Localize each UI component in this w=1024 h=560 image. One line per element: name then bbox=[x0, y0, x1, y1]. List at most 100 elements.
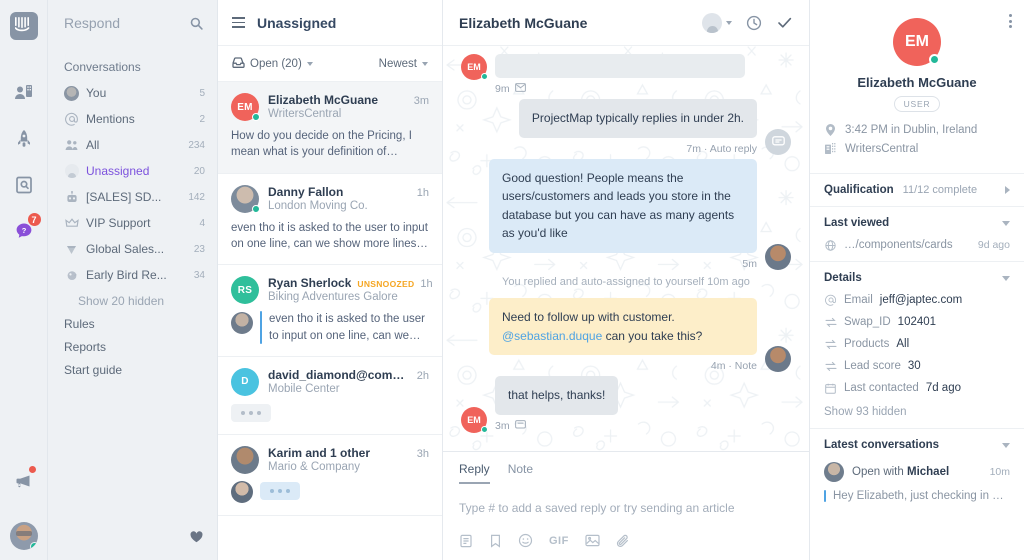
hamburger-icon[interactable] bbox=[232, 17, 245, 28]
inbox-title: Unassigned bbox=[257, 14, 337, 31]
sidebar-item-you[interactable]: You 5 bbox=[48, 80, 217, 106]
message-preview: How do you decide on the Pricing, I mean… bbox=[231, 130, 412, 159]
message-row: EM that helps, thanks! 3m bbox=[461, 376, 791, 433]
show-hidden-inboxes[interactable]: Show 20 hidden bbox=[48, 288, 217, 308]
articles-icon[interactable] bbox=[4, 162, 44, 208]
detail-label: Last contacted bbox=[844, 382, 919, 394]
show-hidden-attributes[interactable]: Show 93 hidden bbox=[824, 406, 1010, 418]
last-viewed-time: 9d ago bbox=[977, 239, 1010, 251]
detail-row-products[interactable]: Products All bbox=[824, 338, 1010, 350]
detail-row-swap-id[interactable]: Swap_ID 102401 bbox=[824, 316, 1010, 328]
contact-facts: 3:42 PM in Dublin, Ireland WritersCentra… bbox=[810, 112, 1024, 173]
message-bubble-truncated bbox=[495, 54, 745, 78]
contact-location: 3:42 PM in Dublin, Ireland bbox=[824, 124, 1010, 136]
list-filter-bar: Open (20) Newest bbox=[218, 46, 442, 82]
rail-bottom bbox=[4, 458, 44, 560]
sidebar-item-label: Mentions bbox=[86, 112, 135, 126]
saved-reply-icon[interactable] bbox=[459, 534, 473, 548]
chevron-down-icon[interactable] bbox=[1002, 442, 1010, 448]
timestamp: 1h bbox=[420, 278, 433, 291]
contact-details-panel: EM Elizabeth McGuane USER 3:42 PM in Dub… bbox=[810, 0, 1024, 560]
bird-icon bbox=[64, 268, 79, 283]
gif-icon[interactable]: GIF bbox=[549, 535, 569, 547]
envelope-icon bbox=[514, 83, 526, 95]
last-viewed-row[interactable]: …/components/cards 9d ago bbox=[824, 239, 1010, 251]
search-icon[interactable] bbox=[190, 17, 203, 30]
message-row: Need to follow up with customer. @sebast… bbox=[461, 297, 791, 373]
detail-label: Swap_ID bbox=[844, 316, 891, 328]
conversation-list-item[interactable]: EM Elizabeth McGuane 3m WritersCentral H… bbox=[218, 82, 442, 174]
image-icon[interactable] bbox=[585, 534, 600, 547]
attachment-icon[interactable] bbox=[616, 534, 630, 548]
company-icon bbox=[824, 143, 837, 155]
diamond-icon bbox=[64, 242, 79, 257]
sidebar-item-global-sales[interactable]: Global Sales... 23 bbox=[48, 236, 217, 262]
article-icon[interactable] bbox=[489, 534, 502, 548]
chevron-down-icon[interactable] bbox=[1002, 275, 1010, 281]
message-timestamp: 3m bbox=[495, 420, 510, 433]
sidebar-item-all[interactable]: All 234 bbox=[48, 132, 217, 158]
nav-link-rules[interactable]: Rules bbox=[48, 308, 217, 331]
messenger-icon[interactable]: ? 7 bbox=[4, 208, 44, 254]
assignee-selector[interactable] bbox=[702, 12, 732, 33]
more-options-icon[interactable] bbox=[1009, 14, 1012, 28]
engage-icon[interactable] bbox=[4, 70, 44, 116]
details-title: Details bbox=[824, 272, 862, 284]
contact-name: Danny Fallon bbox=[268, 184, 344, 199]
conversation-list-item[interactable]: Karim and 1 other 3h Mario & Company bbox=[218, 435, 442, 516]
sidebar-item-vip-support[interactable]: VIP Support 4 bbox=[48, 210, 217, 236]
tab-note[interactable]: Note bbox=[508, 462, 533, 484]
operator-bot-avatar bbox=[765, 128, 791, 155]
sidebar-item-unassigned[interactable]: Unassigned 20 bbox=[48, 158, 217, 184]
state-filter-dropdown[interactable]: Open (20) bbox=[232, 56, 313, 71]
heart-icon[interactable] bbox=[190, 530, 203, 548]
latest-conversation-item[interactable]: Open with Michael 10m bbox=[824, 462, 1010, 482]
mention-link[interactable]: @sebastian.duque bbox=[502, 329, 602, 343]
intercom-logo[interactable] bbox=[9, 12, 38, 40]
sidebar-item-mentions[interactable]: Mentions 2 bbox=[48, 106, 217, 132]
thread-body[interactable]: EM 9m ProjectMap typically replies in un… bbox=[443, 46, 809, 451]
detail-row-last-contacted[interactable]: Last contacted 7d ago bbox=[824, 382, 1010, 394]
nav-section-title: Conversations bbox=[64, 60, 141, 74]
reply-input[interactable]: Type # to add a saved reply or try sendi… bbox=[459, 484, 793, 533]
nav-link-start-guide[interactable]: Start guide bbox=[48, 354, 217, 377]
avatar: D bbox=[231, 367, 259, 396]
message-preview: even tho it is asked to the user to inpu… bbox=[269, 313, 425, 342]
company-text: WritersCentral bbox=[845, 143, 919, 155]
sidebar-item-sales-sd[interactable]: [SALES] SD... 142 bbox=[48, 184, 217, 210]
emoji-icon[interactable] bbox=[518, 533, 533, 548]
megaphone-icon[interactable] bbox=[4, 458, 44, 504]
rocket-icon[interactable] bbox=[4, 116, 44, 162]
conversation-list-item[interactable]: RS Ryan Sherlock UNSNOOZED 1h Biking Adv… bbox=[218, 265, 442, 357]
nav-link-reports[interactable]: Reports bbox=[48, 331, 217, 354]
contact-header: EM Elizabeth McGuane USER bbox=[810, 0, 1024, 112]
sidebar-item-early-bird[interactable]: Early Bird Re... 34 bbox=[48, 262, 217, 288]
close-conversation-button[interactable] bbox=[776, 14, 793, 31]
typing-indicator bbox=[260, 482, 300, 501]
qualification-section[interactable]: Qualification 11/12 complete bbox=[810, 173, 1024, 206]
role-badge: USER bbox=[893, 96, 941, 112]
company-name: London Moving Co. bbox=[268, 199, 368, 212]
last-viewed-title: Last viewed bbox=[824, 217, 890, 229]
attribute-icon bbox=[824, 339, 837, 350]
teammate-avatar bbox=[765, 346, 791, 373]
status-badge: UNSNOOZED bbox=[357, 279, 415, 290]
chevron-right-icon[interactable] bbox=[1005, 186, 1010, 194]
snooze-button[interactable] bbox=[746, 15, 762, 31]
company-name: Biking Adventures Galore bbox=[268, 291, 398, 304]
qualification-title: Qualification bbox=[824, 184, 894, 196]
detail-row-email[interactable]: Email jeff@japtec.com bbox=[824, 294, 1010, 306]
detail-row-lead-score[interactable]: Lead score 30 bbox=[824, 360, 1010, 372]
message-bubble: Good question! People means the users/cu… bbox=[489, 158, 757, 253]
conversation-list-item[interactable]: Danny Fallon 1h London Moving Co. even t… bbox=[218, 174, 442, 266]
nav-sidebar: Respond Conversations You 5 Mentions 2 A… bbox=[48, 0, 218, 560]
current-user-avatar[interactable] bbox=[9, 522, 38, 550]
sidebar-item-count: 4 bbox=[199, 217, 205, 229]
conversation-list-item[interactable]: D david_diamond@comp… 2h Mobile Center bbox=[218, 357, 442, 435]
sort-dropdown[interactable]: Newest bbox=[379, 58, 428, 70]
detail-label: Lead score bbox=[844, 360, 901, 372]
message-preview: even tho it is asked to the user to inpu… bbox=[231, 221, 428, 250]
tab-reply[interactable]: Reply bbox=[459, 462, 490, 484]
chevron-down-icon[interactable] bbox=[1002, 220, 1010, 226]
latest-conversation-title-text: Open with Michael bbox=[852, 466, 982, 478]
